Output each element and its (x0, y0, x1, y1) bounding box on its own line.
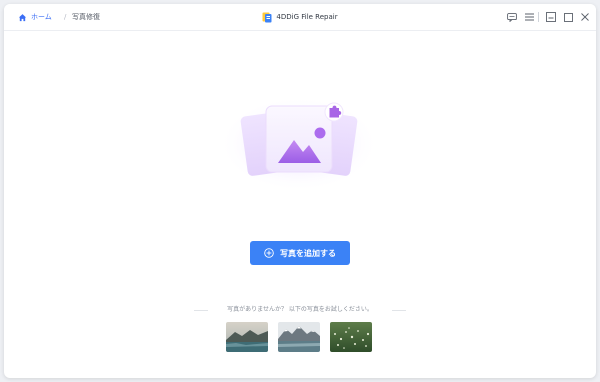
sample-photo-mountain-lake[interactable] (226, 322, 268, 352)
hint-divider-right (392, 310, 406, 311)
app-title-text: 4DDiG File Repair (276, 13, 338, 21)
maximize-button[interactable] (561, 4, 575, 30)
minimize-icon (546, 12, 556, 22)
maximize-icon (563, 12, 573, 22)
sample-photo-snowy-peaks[interactable] (278, 322, 320, 352)
feedback-icon (507, 12, 517, 22)
menu-icon (524, 13, 534, 21)
close-button[interactable] (578, 4, 592, 30)
feedback-button[interactable] (505, 4, 519, 30)
add-circle-icon (264, 248, 274, 258)
menu-button[interactable] (522, 4, 536, 30)
sample-hint: 写真がありませんか？ 以下の写真をお試しください。 (194, 305, 406, 315)
app-window: ホーム / 写真修復 4DDiG File Repair 写真を追加する 写真が… (4, 4, 596, 378)
photo-repair-illustration (214, 92, 384, 192)
app-logo-icon (262, 12, 272, 22)
close-icon (581, 13, 589, 21)
title-bar-divider (538, 12, 539, 22)
add-photo-button-label: 写真を追加する (280, 248, 336, 258)
sample-hint-text: 写真がありませんか？ 以下の写真をお試しください。 (227, 306, 373, 313)
title-bar: ホーム / 写真修復 4DDiG File Repair (4, 4, 596, 31)
sample-photo-grass-field[interactable] (330, 322, 372, 352)
minimize-button[interactable] (544, 4, 558, 30)
add-photo-button[interactable]: 写真を追加する (250, 241, 350, 265)
